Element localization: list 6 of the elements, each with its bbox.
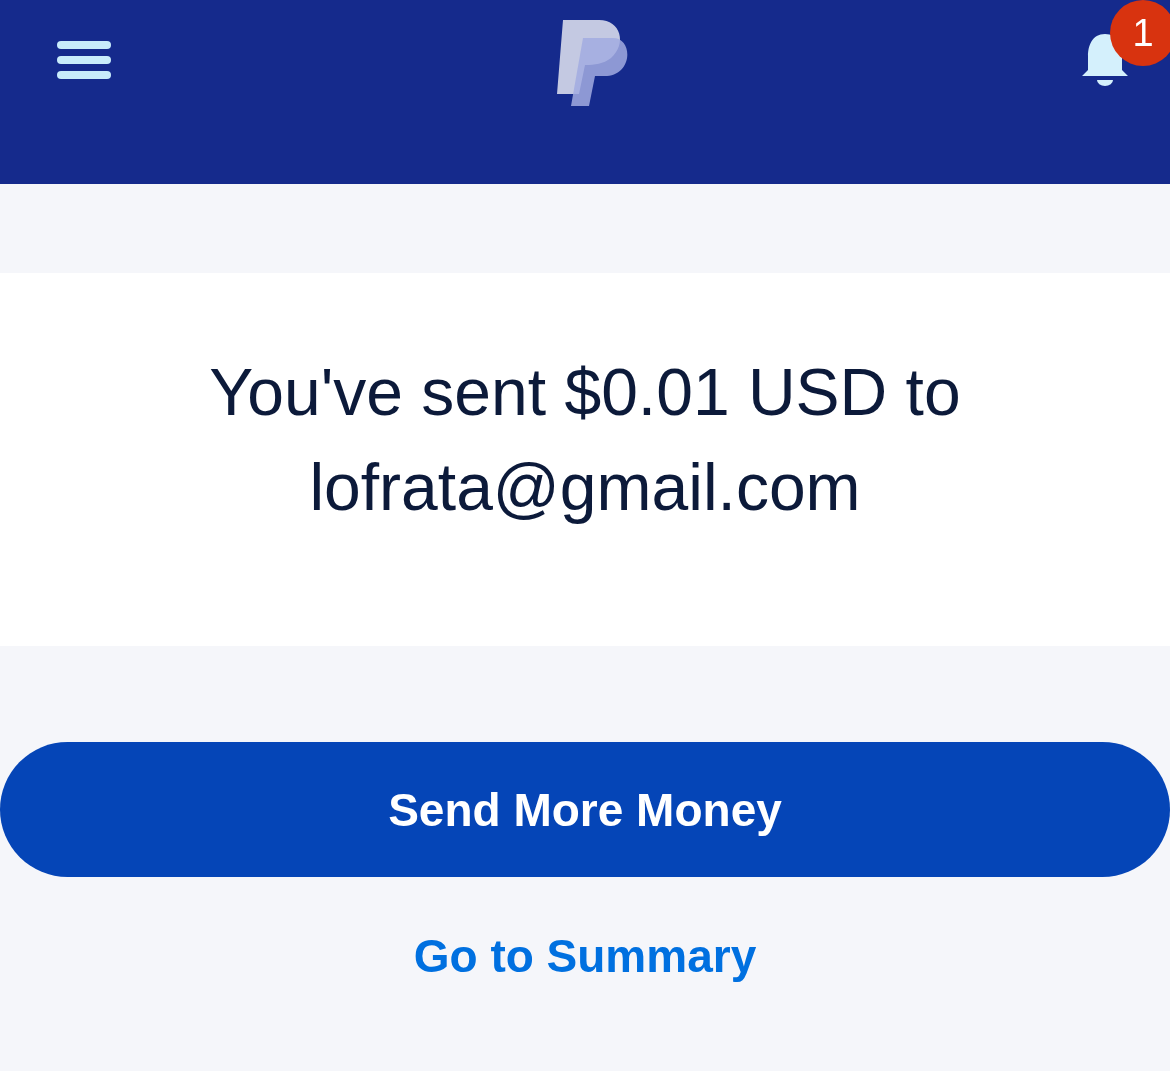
- menu-button[interactable]: [57, 40, 111, 80]
- go-to-summary-link[interactable]: Go to Summary: [413, 929, 757, 983]
- confirmation-message: You've sent $0.01 USD to lofrata@gmail.com: [208, 353, 962, 526]
- notification-badge: 1: [1110, 0, 1170, 66]
- menu-icon: [57, 40, 111, 80]
- send-more-money-button[interactable]: Send More Money: [0, 742, 1170, 877]
